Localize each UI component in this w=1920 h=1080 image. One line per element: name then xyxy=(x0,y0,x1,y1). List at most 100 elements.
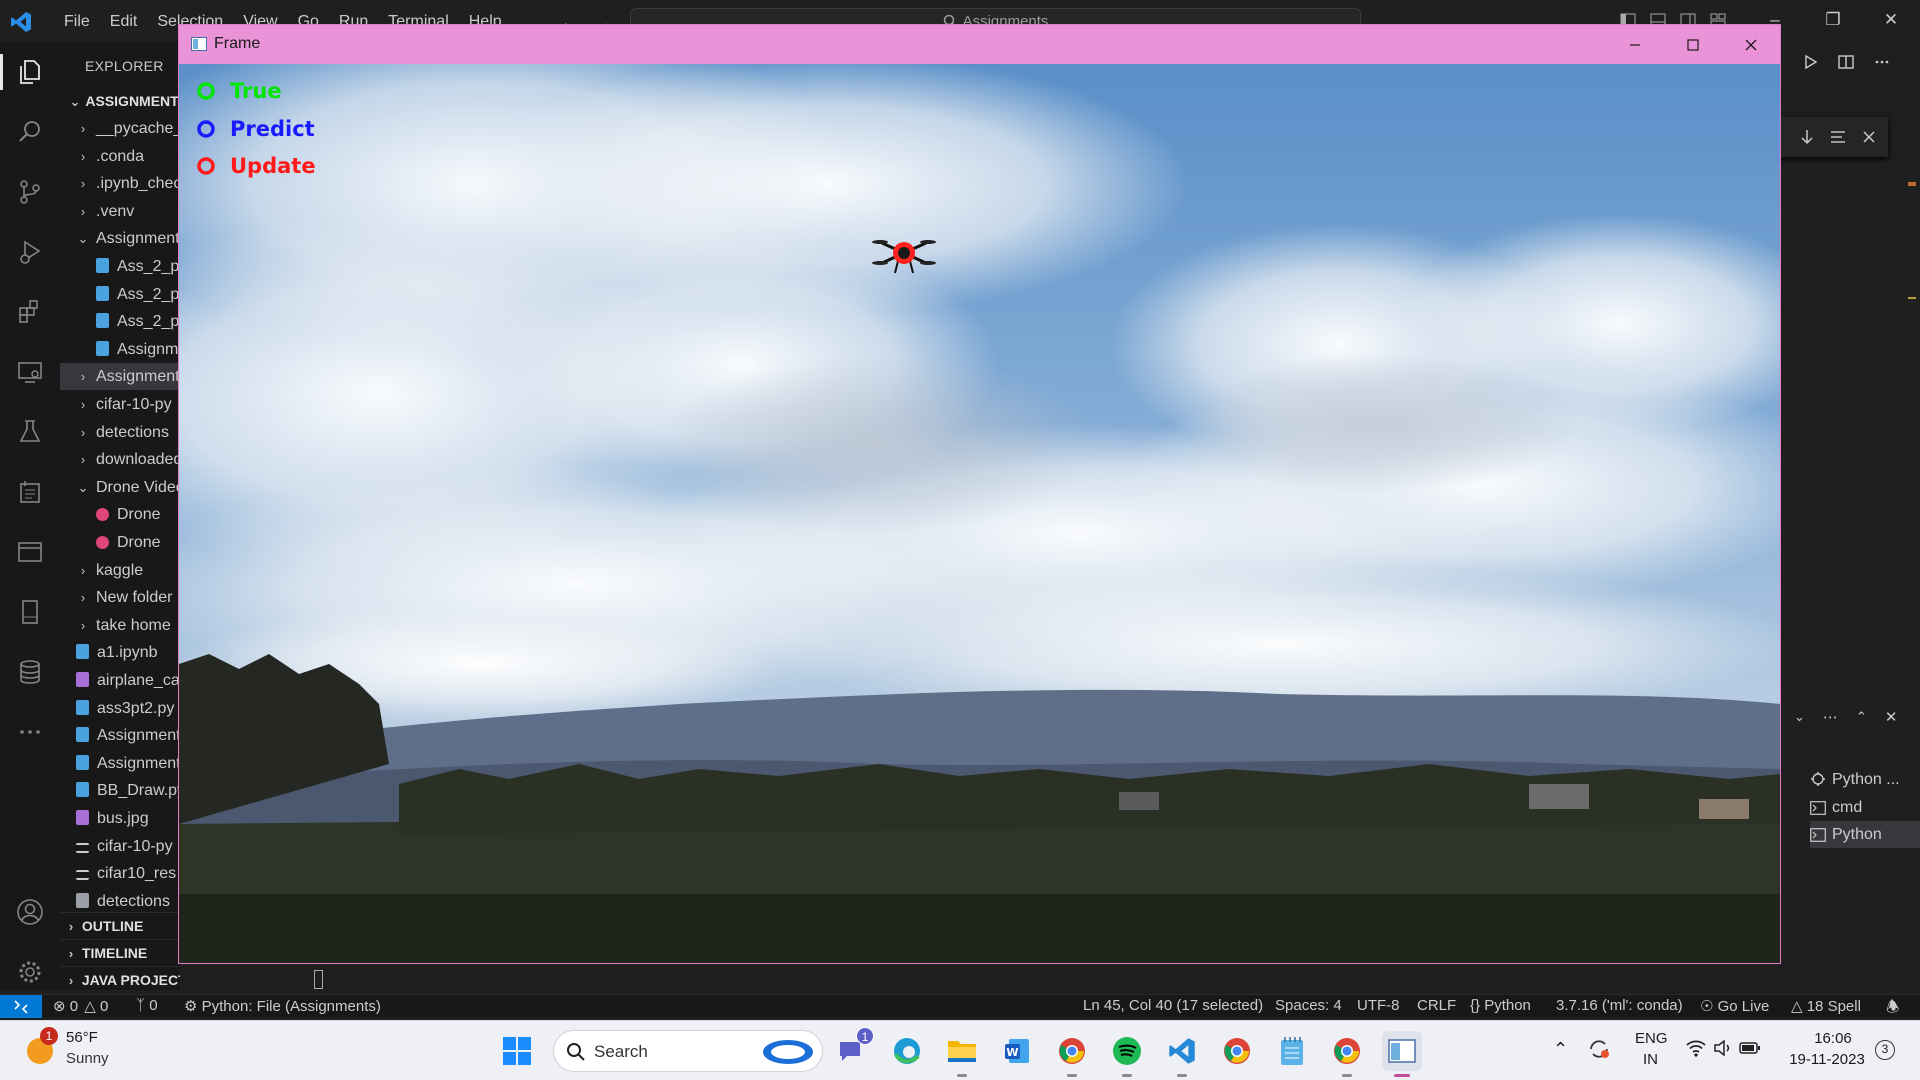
tree-folder[interactable]: › .conda xyxy=(60,143,180,170)
tree-folder[interactable]: › detections xyxy=(60,419,180,446)
terminal-item[interactable]: Python xyxy=(1810,821,1920,848)
chevron-up-icon[interactable]: ⌃ xyxy=(1553,1039,1568,1060)
clock-date[interactable]: 19-11-2023 xyxy=(1787,1051,1867,1068)
sync-icon[interactable] xyxy=(1587,1037,1611,1061)
run-config[interactable]: ⚙ Python: File (Assignments) xyxy=(184,997,381,1015)
encoding[interactable]: UTF-8 xyxy=(1357,997,1400,1014)
tree-folder[interactable]: › downloaded xyxy=(60,446,180,473)
run-python-icon[interactable] xyxy=(1802,54,1818,70)
close-panel-icon[interactable]: ✕ xyxy=(1885,708,1898,726)
edge-app[interactable] xyxy=(887,1031,927,1071)
teams-app[interactable]: 1 xyxy=(832,1027,874,1071)
line-ending[interactable]: CRLF xyxy=(1417,997,1456,1014)
language-bottom[interactable]: IN xyxy=(1643,1051,1658,1068)
start-button[interactable] xyxy=(497,1031,537,1071)
minimize-icon[interactable] xyxy=(1606,25,1664,64)
tree-file[interactable]: ass3pt2.py xyxy=(60,695,180,722)
section-java-projects[interactable]: › JAVA PROJECTS xyxy=(60,966,180,990)
problems-indicator[interactable]: ⊗ 0 △ 0 xyxy=(53,997,108,1015)
tree-folder[interactable]: › .ipynb_checkpoints xyxy=(60,170,180,197)
panel-view-icon[interactable] xyxy=(0,522,60,582)
notification-count[interactable]: 3 xyxy=(1875,1040,1895,1060)
book-icon[interactable] xyxy=(0,582,60,642)
account-icon[interactable] xyxy=(0,882,60,942)
taskbar-search[interactable]: Search xyxy=(553,1030,823,1072)
notepad-app[interactable] xyxy=(1272,1031,1312,1071)
tree-file[interactable]: cifar10_res xyxy=(60,860,180,887)
more-icon[interactable] xyxy=(0,702,60,762)
spell-checker[interactable]: △ 18 Spell xyxy=(1791,997,1861,1015)
remote-indicator[interactable] xyxy=(0,995,42,1018)
tree-folder[interactable]: › kaggle xyxy=(60,557,180,584)
chrome-profile-app[interactable] xyxy=(1217,1031,1257,1071)
frame-titlebar[interactable]: Frame xyxy=(179,25,1780,64)
maximize-panel-icon[interactable]: ⌃ xyxy=(1856,709,1867,725)
tree-file[interactable]: Assignment xyxy=(60,722,180,749)
tree-folder[interactable]: › __pycache__ xyxy=(60,115,180,142)
more-icon[interactable]: ⋯ xyxy=(1823,708,1838,726)
tree-file[interactable]: Ass_2_p xyxy=(60,253,180,280)
arrow-down-icon[interactable] xyxy=(1800,129,1814,145)
chrome-app[interactable] xyxy=(1052,1031,1092,1077)
source-control-icon[interactable] xyxy=(0,162,60,222)
language-top[interactable]: ENG xyxy=(1635,1030,1668,1047)
wifi-icon[interactable] xyxy=(1685,1039,1707,1057)
tree-file[interactable]: airplane_ca xyxy=(60,667,180,694)
frame-window-app[interactable] xyxy=(1382,1031,1422,1077)
testing-icon[interactable] xyxy=(0,402,60,462)
workspace-root[interactable]: ⌄ ASSIGNMENTS xyxy=(60,93,180,115)
ports-indicator[interactable]: ᛉ 0 xyxy=(136,997,158,1014)
vscode-app[interactable] xyxy=(1162,1031,1202,1077)
remote-explorer-icon[interactable] xyxy=(0,342,60,402)
lines-icon[interactable] xyxy=(1830,130,1846,144)
tree-folder[interactable]: ⌄ Drone Video xyxy=(60,474,180,501)
terminal-item[interactable]: cmd xyxy=(1810,794,1920,821)
tree-folder[interactable]: › Assignment xyxy=(60,363,180,391)
clock-time[interactable]: 16:06 xyxy=(1801,1030,1865,1047)
volume-icon[interactable] xyxy=(1713,1039,1733,1057)
tree-file[interactable]: Drone xyxy=(60,529,180,556)
tree-file[interactable]: Ass_2_p xyxy=(60,281,180,308)
word-app[interactable]: W xyxy=(997,1031,1037,1071)
tree-file[interactable]: bus.jpg xyxy=(60,805,180,832)
close-icon[interactable] xyxy=(1862,130,1876,144)
tree-file[interactable]: BB_Draw.py xyxy=(60,777,180,804)
go-live[interactable]: ☉ Go Live xyxy=(1700,997,1769,1015)
database-icon[interactable] xyxy=(0,642,60,702)
tree-folder[interactable]: › .venv xyxy=(60,198,180,225)
tree-file[interactable]: detections xyxy=(60,888,180,915)
tree-folder[interactable]: › New folder xyxy=(60,584,180,611)
tree-file[interactable]: Assignm xyxy=(60,336,180,363)
battery-icon[interactable] xyxy=(1739,1040,1761,1056)
section-timeline[interactable]: › TIMELINE xyxy=(60,939,180,966)
tree-folder[interactable]: › take home xyxy=(60,612,180,639)
jupyter-icon[interactable] xyxy=(0,462,60,522)
explorer-icon[interactable] xyxy=(0,42,60,102)
split-editor-icon[interactable] xyxy=(1838,54,1854,70)
menu-file[interactable]: File xyxy=(54,0,100,42)
close-icon[interactable]: ✕ xyxy=(1862,10,1920,30)
restore-icon[interactable]: ❐ xyxy=(1804,10,1862,30)
notifications-bell-icon[interactable]: 🕭 xyxy=(1886,997,1899,1022)
tree-folder[interactable]: ⌄ Assignment xyxy=(60,225,180,252)
tree-folder[interactable]: › cifar-10-py xyxy=(60,391,180,418)
file-explorer-app[interactable] xyxy=(942,1031,982,1077)
tree-file[interactable]: Ass_2_p xyxy=(60,308,180,335)
tree-file[interactable]: cifar-10-py xyxy=(60,833,180,860)
maximize-icon[interactable] xyxy=(1664,25,1722,64)
close-icon[interactable] xyxy=(1722,25,1780,64)
interpreter[interactable]: 3.7.16 ('ml': conda) xyxy=(1556,997,1683,1014)
terminal-item[interactable]: Python ... xyxy=(1810,766,1920,793)
language-mode[interactable]: {} Python xyxy=(1470,997,1531,1014)
tree-file[interactable]: a1.ipynb xyxy=(60,639,180,666)
chevron-down-icon[interactable]: ⌄ xyxy=(1794,709,1805,725)
spotify-app[interactable] xyxy=(1107,1031,1147,1077)
search-icon[interactable] xyxy=(0,102,60,162)
menu-edit[interactable]: Edit xyxy=(100,0,148,42)
settings-gear-icon[interactable] xyxy=(0,942,60,1002)
tree-file[interactable]: Drone xyxy=(60,501,180,528)
chrome-profile-h-app[interactable] xyxy=(1327,1031,1367,1077)
section-outline[interactable]: › OUTLINE xyxy=(60,912,180,939)
extensions-icon[interactable] xyxy=(0,282,60,342)
cursor-position[interactable]: Ln 45, Col 40 (17 selected) xyxy=(1083,997,1263,1014)
